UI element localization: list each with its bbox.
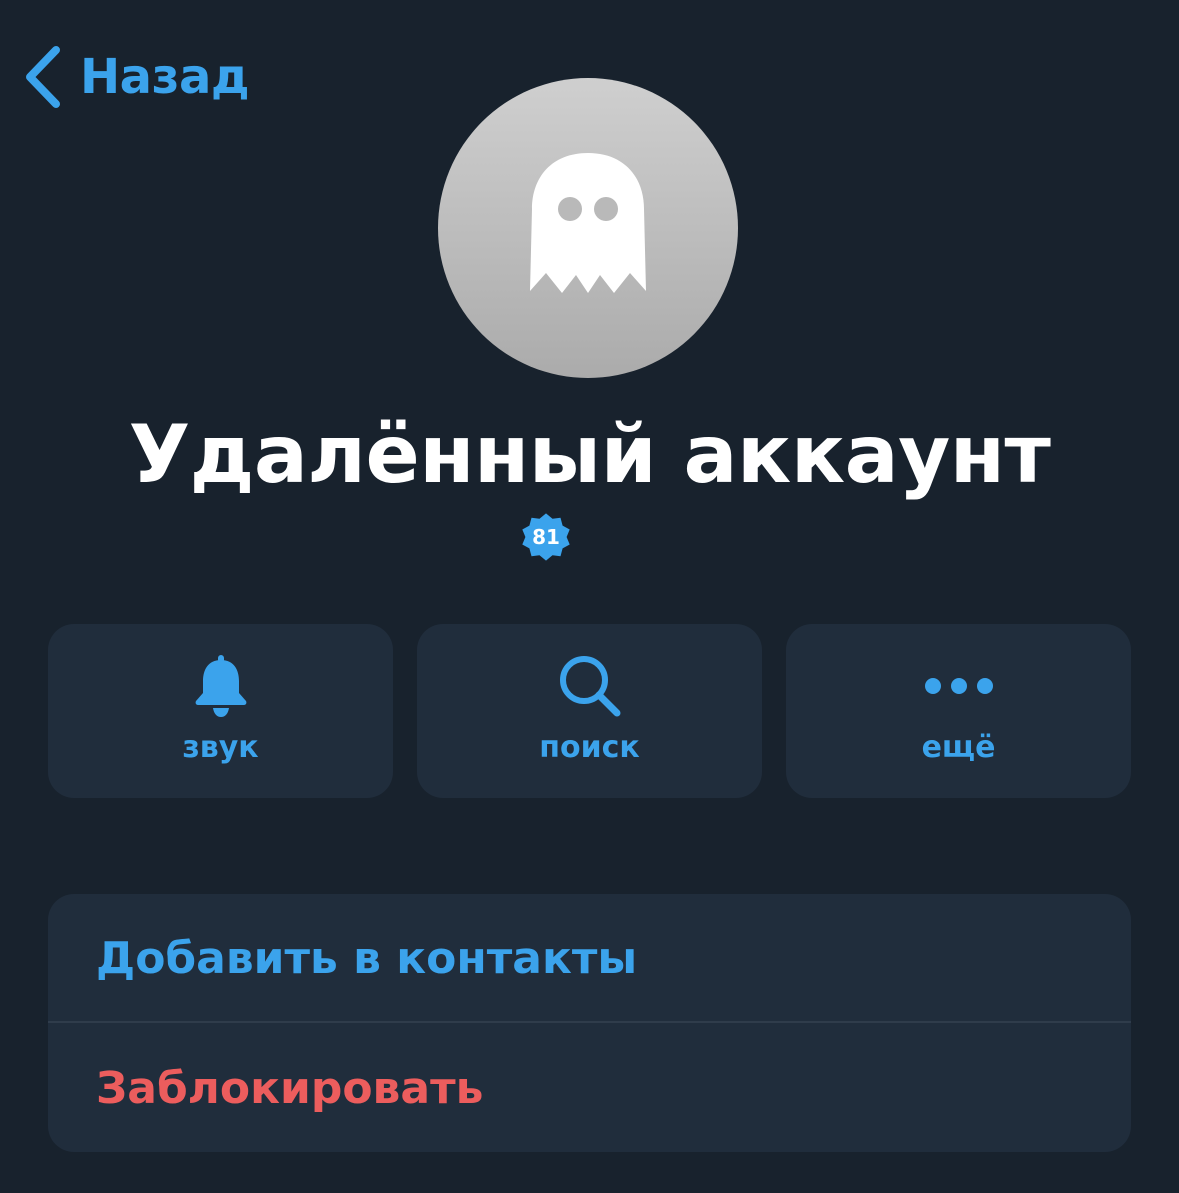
- block-user-button[interactable]: Заблокировать: [48, 1024, 1131, 1152]
- add-to-contacts-button[interactable]: Добавить в контакты: [48, 894, 1131, 1022]
- search-button[interactable]: поиск: [417, 624, 762, 798]
- bell-icon: [192, 654, 250, 718]
- ghost-icon: [522, 151, 654, 305]
- verified-badge-icon[interactable]: 81: [517, 508, 575, 566]
- chevron-left-icon: [22, 44, 62, 110]
- sound-button[interactable]: звук: [48, 624, 393, 798]
- back-button[interactable]: Назад: [22, 44, 250, 110]
- search-icon: [557, 654, 623, 718]
- list-divider: [48, 1021, 1131, 1023]
- block-user-label: Заблокировать: [96, 1062, 484, 1114]
- back-label: Назад: [80, 49, 250, 105]
- add-to-contacts-label: Добавить в контакты: [96, 932, 638, 984]
- sound-label: звук: [182, 730, 259, 765]
- action-buttons: звук поиск ещё: [48, 624, 1131, 798]
- profile-actions-list: Добавить в контакты Заблокировать: [48, 894, 1131, 1152]
- profile-screen: Назад Удалённый аккаунт 81 звук поиск ещ…: [0, 0, 1179, 1193]
- badge-value: 81: [532, 525, 560, 549]
- avatar[interactable]: [438, 78, 738, 378]
- more-button[interactable]: ещё: [786, 624, 1131, 798]
- more-dots-icon: [924, 654, 994, 718]
- profile-name: Удалённый аккаунт: [128, 408, 1051, 501]
- search-label: поиск: [539, 730, 640, 765]
- more-label: ещё: [921, 730, 996, 765]
